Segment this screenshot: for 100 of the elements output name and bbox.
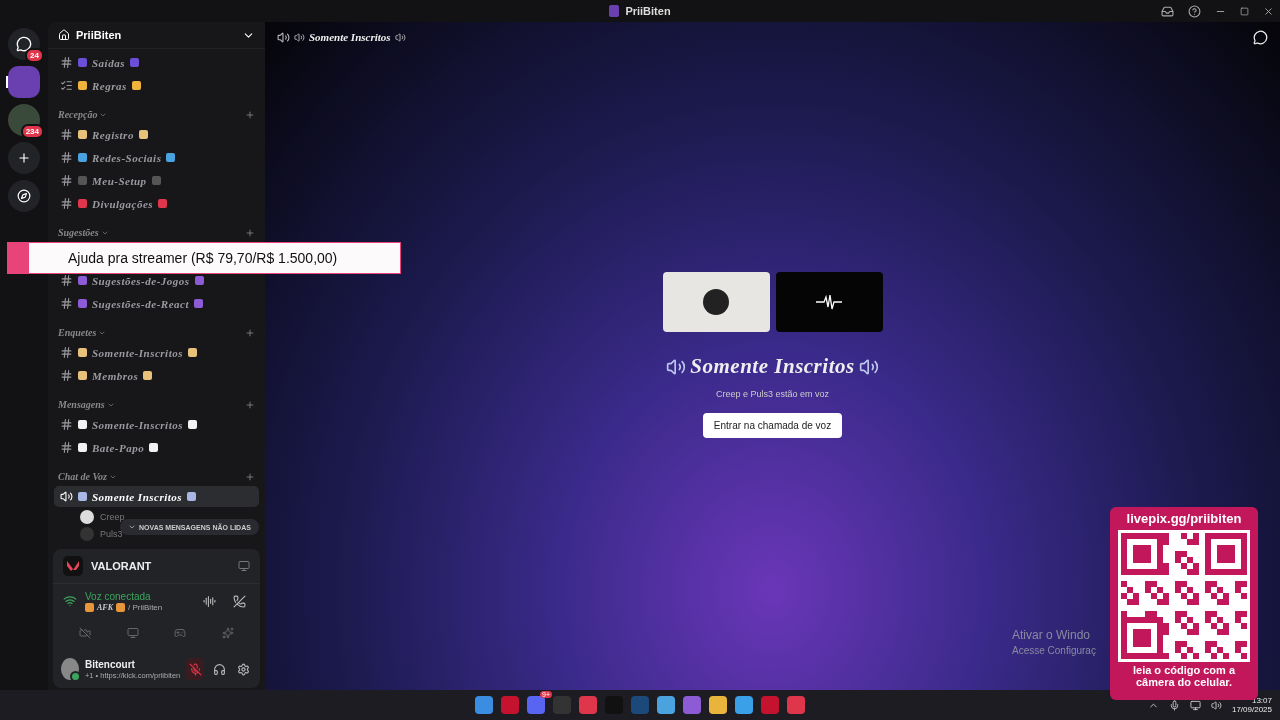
add-channel-icon[interactable] [245, 109, 255, 120]
network-icon[interactable] [1189, 699, 1201, 711]
app-icon[interactable] [631, 696, 649, 714]
participant-tile[interactable] [775, 272, 883, 332]
category-header[interactable]: Mensagens [58, 399, 105, 410]
app-icon[interactable] [735, 696, 753, 714]
emoji-icon [129, 58, 139, 67]
channel-item[interactable]: Somente Inscritos [54, 486, 259, 507]
server-name: PriiBiten [76, 29, 123, 41]
channel-item[interactable]: Divulgações [54, 193, 259, 214]
maximize-icon[interactable] [1240, 6, 1249, 16]
app-icon[interactable] [501, 696, 519, 714]
server-icon[interactable] [8, 180, 40, 212]
add-channel-icon[interactable] [245, 227, 255, 238]
channel-item[interactable]: Regras [54, 75, 259, 96]
add-channel-icon[interactable] [245, 399, 255, 410]
volume-icon[interactable] [1210, 699, 1222, 711]
help-icon[interactable] [1188, 4, 1201, 18]
channel-name: Membros [92, 369, 139, 382]
start-icon[interactable] [475, 696, 493, 714]
app-icon[interactable] [787, 696, 805, 714]
user-avatar [80, 509, 94, 524]
emoji-icon [194, 276, 204, 285]
emoji-icon [131, 81, 141, 90]
channel-name: Divulgações [92, 197, 154, 210]
speaker-icon [294, 31, 305, 43]
emoji-icon [188, 348, 197, 357]
screen-share-icon[interactable] [238, 560, 250, 572]
speaker-icon [60, 490, 73, 503]
hash-icon [60, 346, 73, 359]
channel-item[interactable]: Registro [54, 124, 259, 145]
voice-user-name[interactable]: Creep [100, 511, 125, 522]
voice-participants-text: Creep e Puls3 estão em voz [715, 389, 830, 399]
microphone-icon[interactable] [1168, 699, 1180, 711]
close-icon[interactable] [1263, 5, 1274, 17]
hash-icon [60, 418, 73, 431]
hash-icon [60, 128, 73, 141]
emoji-icon [116, 602, 125, 612]
unread-badge: 24 [25, 48, 44, 63]
app-icon[interactable] [683, 696, 701, 714]
emoji-icon [149, 443, 159, 452]
channel-item[interactable]: Membros [54, 365, 259, 386]
voice-server-name: / PriiBiten [128, 602, 163, 612]
user-avatar[interactable] [61, 658, 79, 680]
channel-name: Sugestões-de-React [92, 297, 189, 310]
emoji-icon [85, 602, 94, 612]
channel-name: Somente-Inscritos [92, 346, 183, 359]
channel-name: Meu-Setup [92, 174, 147, 187]
monitor-icon [126, 627, 139, 639]
user-avatar [80, 526, 94, 541]
chevron-down-icon [128, 523, 136, 531]
waveform-icon [816, 294, 842, 310]
voice-status: Voz conectada [85, 590, 152, 602]
server-icon[interactable] [8, 142, 40, 174]
clock-date[interactable]: 17/09/2025 [1231, 705, 1272, 714]
emoji-icon [188, 420, 197, 429]
inbox-icon[interactable] [1161, 4, 1174, 18]
channel-item[interactable]: Sugestões-de-Jogos [54, 270, 259, 291]
app-icon[interactable] [579, 696, 597, 714]
category-header[interactable]: Chat de Voz [58, 471, 107, 482]
category-header[interactable]: Sugestões [58, 227, 99, 238]
emoji-icon [138, 130, 148, 139]
gamepad-icon [174, 627, 187, 639]
microphone-button[interactable] [186, 658, 205, 680]
emoji-icon [194, 299, 203, 308]
activation-text: Acesse Configuraç [1012, 645, 1096, 656]
online-status-dot [69, 671, 81, 682]
emoji-icon [187, 492, 197, 501]
voice-channel-name[interactable]: AFK [97, 602, 113, 612]
app-icon[interactable] [657, 696, 675, 714]
add-channel-icon[interactable] [245, 471, 255, 482]
mic-off-icon [188, 662, 202, 676]
folder-icon[interactable] [709, 696, 727, 714]
game-name: VALORANT [91, 560, 153, 572]
server-avatar-icon [609, 5, 620, 17]
chat-app-icon[interactable] [527, 696, 545, 714]
voice-channel-title: Somente Inscritos [690, 354, 855, 379]
channel-item[interactable]: Meu-Setup [54, 170, 259, 191]
chat-icon[interactable] [1253, 29, 1268, 45]
channel-item[interactable]: Bate-Papo [54, 437, 259, 458]
emoji-icon [166, 153, 176, 162]
participant-tile[interactable] [662, 272, 770, 332]
channel-item[interactable]: Somente-Inscritos [54, 342, 259, 363]
add-channel-icon[interactable] [245, 327, 255, 338]
voice-user-name[interactable]: Puls3 [100, 528, 123, 539]
channel-item[interactable]: Sugestões-de-React [54, 293, 259, 314]
settings-icon [236, 662, 250, 676]
home-icon [58, 29, 70, 41]
channel-item[interactable]: Somente-Inscritos [54, 414, 259, 435]
channel-item[interactable]: Saídas [54, 52, 259, 73]
category-header[interactable]: Recepção [58, 109, 98, 120]
hash-icon [60, 369, 73, 382]
hash-icon [60, 174, 73, 187]
category-header[interactable]: Enquetes [58, 327, 97, 338]
window-title: PriiBiten [625, 5, 671, 17]
channel-item[interactable]: Redes-Sociais [54, 147, 259, 168]
join-voice-button[interactable]: Entrar na chamada de voz [702, 413, 843, 438]
audio-wave-icon [202, 594, 216, 608]
app-icon[interactable] [761, 696, 779, 714]
server-header[interactable]: PriiBiten [48, 22, 265, 49]
